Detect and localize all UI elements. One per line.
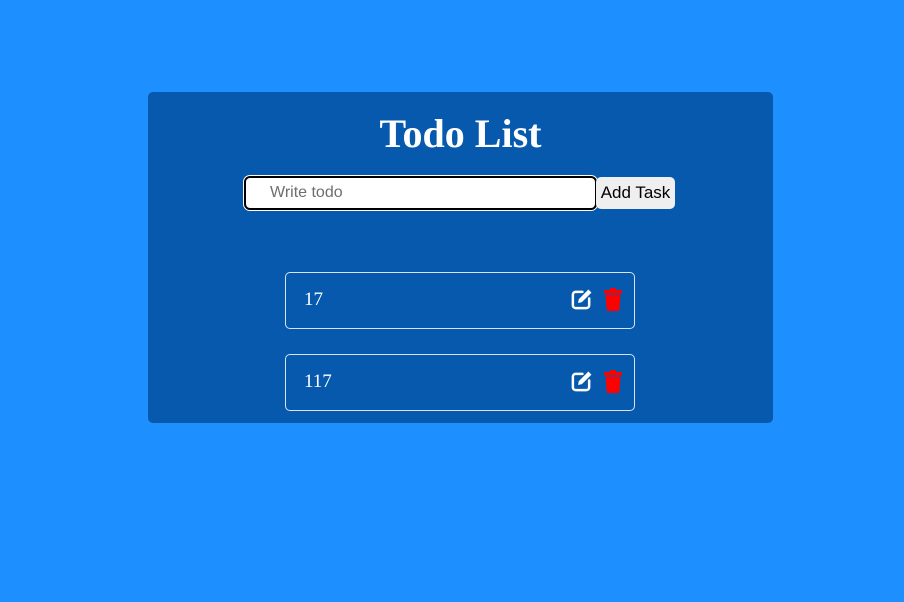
- edit-icon[interactable]: [570, 370, 593, 393]
- todo-text: 117: [304, 371, 332, 392]
- todo-item: 17: [285, 272, 635, 329]
- trash-icon[interactable]: [604, 288, 622, 311]
- page-title: Todo List: [379, 111, 542, 156]
- trash-icon[interactable]: [604, 370, 622, 393]
- add-task-button[interactable]: Add Task: [596, 177, 675, 209]
- todo-card: Todo List Add Task 17 117: [148, 92, 773, 423]
- todo-input[interactable]: [244, 176, 597, 210]
- todo-item: 117: [285, 354, 635, 411]
- edit-icon[interactable]: [570, 288, 593, 311]
- todo-text: 17: [304, 289, 323, 310]
